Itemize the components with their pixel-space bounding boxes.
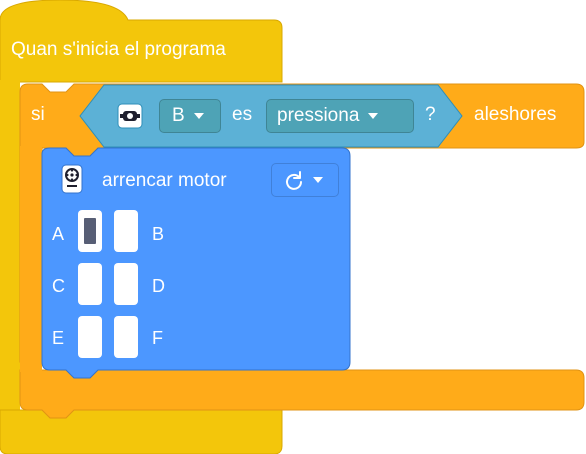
clockwise-arrow-icon bbox=[284, 170, 304, 190]
port-label-e: E bbox=[52, 328, 65, 348]
hat-block-label: Quan s'inicia el programa bbox=[11, 39, 226, 60]
port-label-f: F bbox=[152, 328, 163, 348]
sensor-state-value: pressiona bbox=[277, 105, 360, 126]
direction-dropdown[interactable] bbox=[271, 163, 339, 197]
port-label-b: B bbox=[152, 224, 165, 244]
port-d-toggle[interactable] bbox=[114, 263, 138, 305]
es-label: es bbox=[232, 104, 253, 125]
motor-hub-icon bbox=[61, 164, 83, 194]
port-label-c: C bbox=[52, 276, 65, 296]
force-sensor-icon bbox=[117, 103, 143, 129]
question-mark-label: ? bbox=[425, 104, 436, 125]
port-f-toggle[interactable] bbox=[114, 316, 138, 358]
sensor-port-dropdown[interactable]: B bbox=[159, 99, 221, 133]
hat-block-rail bbox=[0, 80, 20, 410]
chevron-down-icon bbox=[313, 177, 323, 183]
sensor-state-dropdown[interactable]: pressiona bbox=[266, 99, 414, 133]
motor-block-label: arrencar motor bbox=[102, 170, 227, 191]
port-e-toggle[interactable] bbox=[78, 316, 102, 358]
if-label: si bbox=[31, 104, 45, 125]
chevron-down-icon bbox=[193, 113, 204, 119]
chevron-down-icon bbox=[368, 113, 379, 119]
then-label: aleshores bbox=[474, 104, 557, 125]
port-label-d: D bbox=[152, 276, 165, 296]
port-c-toggle[interactable] bbox=[78, 263, 102, 305]
port-a-toggle[interactable] bbox=[78, 210, 102, 252]
sensor-port-value: B bbox=[172, 105, 185, 126]
port-label-a: A bbox=[52, 224, 65, 244]
hat-block-foot bbox=[0, 409, 283, 454]
port-b-toggle[interactable] bbox=[114, 210, 138, 252]
